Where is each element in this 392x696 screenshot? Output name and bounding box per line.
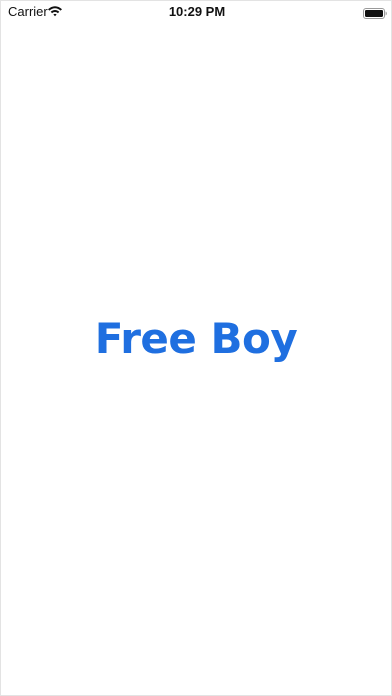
clock: 10:29 PM	[168, 4, 226, 19]
status-bar: Carrier 10:29 PM	[1, 1, 392, 23]
battery-icon	[363, 6, 387, 19]
app-logo: Free Boy	[94, 314, 298, 363]
splash-screen: Carrier 10:29 PM Free Boy	[0, 0, 392, 696]
